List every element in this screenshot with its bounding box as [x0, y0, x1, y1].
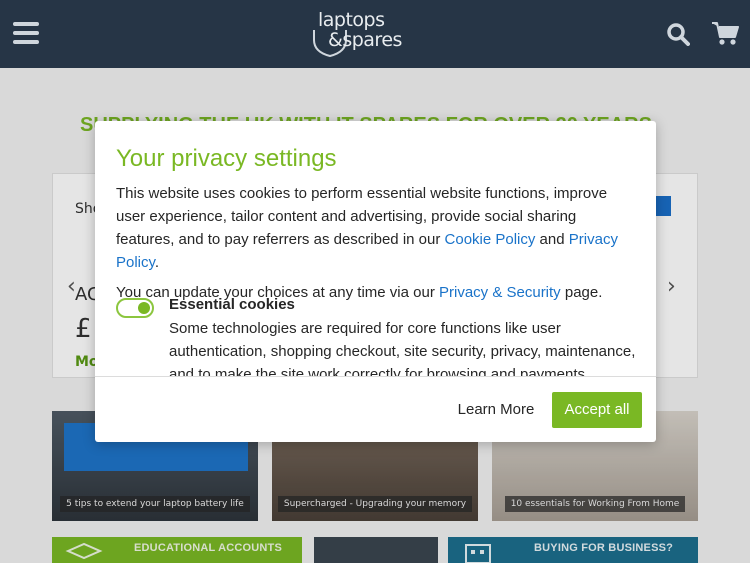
dialog-title: Your privacy settings: [116, 145, 337, 172]
dialog-divider: [95, 376, 656, 377]
update-end-text: page.: [560, 284, 603, 301]
search-icon[interactable]: [666, 22, 690, 46]
site-header: laptops &spares: [0, 0, 750, 68]
essential-cookies-title: Essential cookies: [169, 296, 295, 313]
cart-icon[interactable]: [711, 20, 739, 46]
toggle-knob: [138, 302, 150, 314]
dialog-body: This website uses cookies to perform ess…: [116, 182, 636, 311]
learn-more-button[interactable]: Learn More: [453, 392, 539, 428]
accept-all-button[interactable]: Accept all: [552, 392, 642, 428]
intro-paragraph: This website uses cookies to perform ess…: [116, 182, 636, 274]
privacy-security-link[interactable]: Privacy & Security: [439, 284, 561, 301]
essential-cookies-description: Some technologies are required for core …: [169, 320, 636, 377]
privacy-settings-dialog: Your privacy settings This website uses …: [95, 121, 656, 442]
essential-cookies-toggle[interactable]: [116, 298, 154, 318]
logo-line1: laptops: [318, 9, 385, 31]
site-logo[interactable]: laptops &spares: [312, 10, 408, 58]
intro-end-text: .: [154, 254, 160, 271]
intro-and-text: and: [535, 231, 569, 248]
cookie-policy-link[interactable]: Cookie Policy: [445, 231, 536, 248]
logo-text: laptops &spares: [318, 10, 402, 50]
menu-icon[interactable]: [13, 22, 39, 44]
logo-line2: &spares: [328, 29, 402, 51]
